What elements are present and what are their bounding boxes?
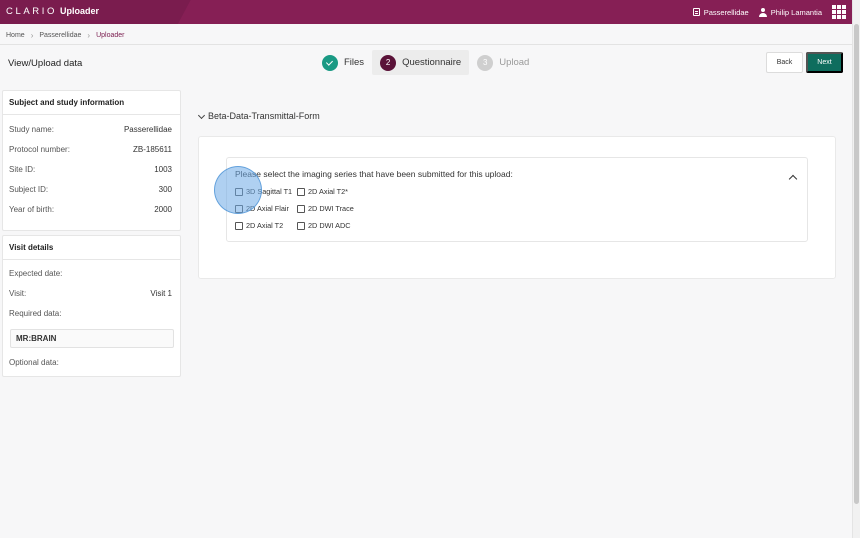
info-row: Study name: Passerellidae bbox=[9, 125, 172, 134]
info-row: Year of birth: 2000 bbox=[9, 205, 172, 214]
form-name: Beta-Data-Transmittal-Form bbox=[208, 111, 320, 121]
scrollbar-thumb[interactable] bbox=[854, 24, 859, 504]
info-value: 1003 bbox=[154, 165, 172, 174]
form-collapse-toggle[interactable]: Beta-Data-Transmittal-Form bbox=[197, 111, 320, 121]
checkbox[interactable] bbox=[297, 221, 305, 230]
info-row: Visit: Visit 1 bbox=[9, 289, 172, 298]
checkbox[interactable] bbox=[297, 204, 305, 213]
document-icon bbox=[692, 8, 700, 16]
stepper: Files 2 Questionnaire 3 Upload bbox=[314, 50, 537, 75]
info-row: Optional data: bbox=[9, 358, 172, 367]
study-label: Passerellidae bbox=[703, 7, 749, 17]
step-label: Files bbox=[344, 57, 365, 68]
form-panel: Please select the imaging series that ha… bbox=[198, 136, 836, 279]
card-title: Visit details bbox=[3, 236, 180, 260]
info-label: Study name: bbox=[9, 125, 54, 134]
info-label: Year of birth: bbox=[9, 205, 55, 214]
user-name: Philip Lamantia bbox=[770, 7, 822, 17]
app-title: Uploader bbox=[60, 6, 100, 16]
check-icon bbox=[322, 54, 338, 71]
info-row: Site ID: 1003 bbox=[9, 165, 172, 174]
visit-details-card: Visit details Expected date: Visit: Visi… bbox=[2, 235, 181, 377]
info-label: Optional data: bbox=[9, 358, 59, 367]
chevron-right-icon: › bbox=[30, 31, 34, 40]
step-questionnaire[interactable]: 2 Questionnaire bbox=[372, 50, 470, 75]
subject-info-card: Subject and study information Study name… bbox=[2, 90, 181, 231]
app-grid-icon[interactable] bbox=[832, 5, 846, 19]
info-label: Site ID: bbox=[9, 165, 36, 174]
option-2d-axial-t2[interactable]: 2D Axial T2 bbox=[235, 221, 283, 230]
option-2d-dwi-trace[interactable]: 2D DWI Trace bbox=[297, 204, 354, 213]
page-scrollbar[interactable] bbox=[852, 0, 860, 538]
option-label: 2D DWI Trace bbox=[308, 204, 354, 213]
back-button[interactable]: Back bbox=[766, 52, 803, 73]
info-row: Protocol number: ZB-185611 bbox=[9, 145, 172, 154]
info-value: Passerellidae bbox=[123, 125, 172, 134]
info-row: Subject ID: 300 bbox=[9, 185, 172, 194]
option-label: 2D DWI ADC bbox=[308, 221, 351, 230]
user-menu[interactable]: Philip Lamantia bbox=[758, 7, 822, 17]
info-value: 300 bbox=[158, 185, 172, 194]
info-label: Protocol number: bbox=[9, 145, 70, 154]
chevron-right-icon: › bbox=[87, 31, 91, 40]
breadcrumb: Home › Passerellidae › Uploader bbox=[6, 31, 124, 40]
user-icon bbox=[758, 7, 767, 17]
required-data-chip: MR:BRAIN bbox=[10, 329, 174, 348]
divider bbox=[0, 44, 852, 45]
step-label: Upload bbox=[499, 57, 530, 68]
info-value: ZB-185611 bbox=[133, 145, 172, 154]
step-files[interactable]: Files bbox=[314, 50, 372, 75]
step-number: 3 bbox=[477, 54, 494, 71]
option-label: 2D Axial T2* bbox=[308, 187, 349, 196]
checkbox[interactable] bbox=[235, 221, 243, 230]
chevron-down-icon bbox=[197, 111, 206, 119]
option-2d-dwi-adc[interactable]: 2D DWI ADC bbox=[297, 221, 351, 230]
info-label: Visit: bbox=[9, 289, 27, 298]
top-bar: CLARIO Uploader Passerellidae Philip Lam… bbox=[0, 0, 852, 24]
breadcrumb-current[interactable]: Uploader bbox=[96, 32, 124, 39]
header-right: Passerellidae Philip Lamantia bbox=[692, 0, 846, 24]
breadcrumb-study[interactable]: Passerellidae bbox=[39, 32, 81, 39]
clario-logo: CLARIO bbox=[6, 6, 57, 17]
info-row: Required data: bbox=[9, 309, 172, 318]
study-selector[interactable]: Passerellidae bbox=[692, 7, 749, 17]
info-value: Visit 1 bbox=[150, 289, 172, 298]
question-card: Please select the imaging series that ha… bbox=[226, 157, 808, 242]
step-number: 2 bbox=[380, 54, 397, 71]
chevron-up-icon[interactable] bbox=[788, 174, 798, 184]
page-title: View/Upload data bbox=[8, 58, 83, 69]
question-text: Please select the imaging series that ha… bbox=[235, 169, 513, 179]
checkbox[interactable] bbox=[297, 187, 305, 196]
info-row: Expected date: bbox=[9, 269, 172, 278]
info-label: Subject ID: bbox=[9, 185, 49, 194]
info-label: Required data: bbox=[9, 309, 62, 318]
card-title: Subject and study information bbox=[3, 91, 180, 115]
step-upload[interactable]: 3 Upload bbox=[469, 50, 537, 75]
info-value: 2000 bbox=[154, 205, 172, 214]
cursor-focus-indicator bbox=[214, 166, 262, 214]
breadcrumb-home[interactable]: Home bbox=[6, 32, 25, 39]
option-label: 2D Axial T2 bbox=[246, 221, 284, 230]
step-label: Questionnaire bbox=[402, 57, 462, 68]
option-2d-axial-t2star[interactable]: 2D Axial T2* bbox=[297, 187, 348, 196]
info-label: Expected date: bbox=[9, 269, 63, 278]
next-button[interactable]: Next bbox=[806, 52, 843, 73]
